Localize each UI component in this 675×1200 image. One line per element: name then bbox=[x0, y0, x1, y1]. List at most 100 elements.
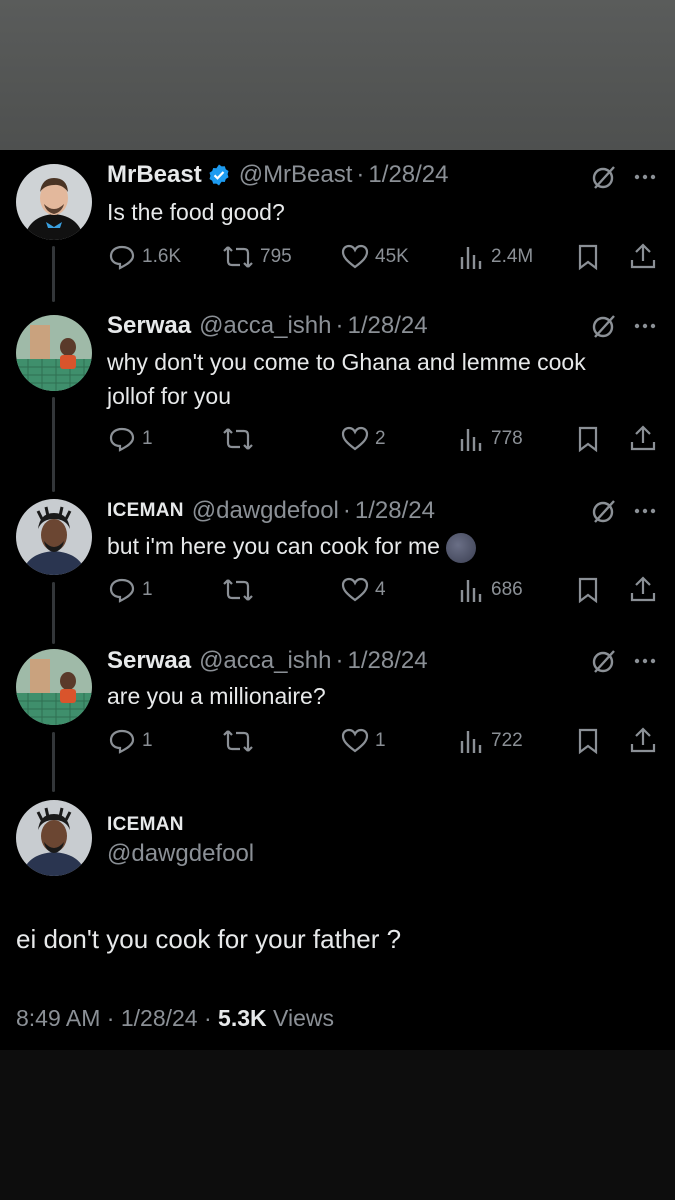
author-name[interactable]: Serwaa bbox=[107, 647, 191, 675]
author-name[interactable]: MrBeast bbox=[107, 161, 202, 189]
tweet-text: Is the food good? bbox=[107, 199, 285, 225]
views-button[interactable]: 2.4M bbox=[459, 243, 533, 271]
views-icon bbox=[460, 247, 482, 269]
author-handle[interactable]: @acca_ishh bbox=[199, 647, 331, 675]
avatar[interactable] bbox=[16, 164, 92, 240]
like-count: 4 bbox=[375, 579, 386, 600]
like-count: 1 bbox=[375, 730, 386, 751]
tweet-date[interactable]: 1/28/24 bbox=[355, 497, 435, 525]
tweet-text: ei don't you cook for your father ? bbox=[16, 924, 402, 954]
like-icon bbox=[341, 577, 369, 602]
thread-line bbox=[52, 246, 55, 302]
author-name[interactable]: ICEMAN bbox=[107, 500, 184, 522]
share-icon[interactable] bbox=[629, 574, 657, 604]
views-icon bbox=[460, 731, 482, 753]
more-icon[interactable] bbox=[633, 507, 657, 515]
retweet-button[interactable]: 795 bbox=[222, 243, 292, 271]
tweet-body: but i'm here you can cook for me bbox=[107, 529, 627, 563]
tweet-text: are you a millionaire? bbox=[107, 683, 326, 709]
top-blank-area bbox=[0, 0, 675, 150]
separator: · bbox=[335, 312, 344, 339]
tweet-date[interactable]: 1/28/24 bbox=[348, 647, 428, 675]
avatar[interactable] bbox=[16, 315, 92, 391]
like-button[interactable]: 4 bbox=[341, 576, 386, 604]
tweet-text: but i'm here you can cook for me bbox=[107, 533, 440, 559]
grok-icon[interactable] bbox=[591, 648, 617, 674]
views-count: 5.3K bbox=[218, 1005, 267, 1031]
share-icon[interactable] bbox=[629, 423, 657, 453]
more-icon[interactable] bbox=[633, 322, 657, 330]
retweet-icon bbox=[223, 428, 253, 450]
views-count: 2.4M bbox=[491, 246, 534, 267]
more-icon[interactable] bbox=[633, 657, 657, 665]
views-count: 722 bbox=[491, 730, 523, 751]
reply-button[interactable]: 1 bbox=[108, 576, 153, 604]
retweet-icon bbox=[223, 246, 253, 268]
author-handle[interactable]: @dawgdefool bbox=[107, 840, 254, 868]
avatar[interactable] bbox=[16, 499, 92, 575]
views-label: Views bbox=[273, 1005, 334, 1031]
share-icon[interactable] bbox=[629, 725, 657, 755]
share-icon[interactable] bbox=[629, 241, 657, 271]
reply-icon bbox=[109, 578, 135, 603]
bottom-blank-area bbox=[0, 1050, 675, 1200]
avatar[interactable] bbox=[16, 800, 92, 876]
views-button[interactable]: 778 bbox=[459, 425, 523, 453]
thread-line bbox=[52, 582, 55, 644]
retweet-button[interactable] bbox=[222, 425, 260, 453]
tweet-date[interactable]: 1/28/24 bbox=[368, 161, 448, 189]
views-icon bbox=[460, 580, 482, 602]
author-handle[interactable]: @MrBeast bbox=[239, 161, 353, 189]
author-handle[interactable]: @acca_ishh bbox=[199, 312, 331, 340]
retweet-icon bbox=[223, 579, 253, 601]
author-name[interactable]: ICEMAN bbox=[107, 814, 184, 836]
separator: · bbox=[106, 1005, 115, 1031]
tweet-date[interactable]: 1/28/24 bbox=[121, 1005, 198, 1031]
separator: · bbox=[342, 497, 351, 524]
like-count: 2 bbox=[375, 428, 386, 449]
reply-button[interactable]: 1.6K bbox=[108, 243, 181, 271]
author-name[interactable]: Serwaa bbox=[107, 312, 191, 340]
new-moon-face-emoji bbox=[445, 532, 476, 563]
reply-icon bbox=[109, 245, 135, 270]
reply-count: 1 bbox=[142, 428, 153, 449]
like-count: 45K bbox=[375, 246, 409, 267]
reply-count: 1.6K bbox=[142, 246, 182, 267]
like-button[interactable]: 45K bbox=[341, 243, 409, 271]
thread-line bbox=[52, 397, 55, 492]
avatar[interactable] bbox=[16, 649, 92, 725]
reply-icon bbox=[109, 427, 135, 452]
bookmark-icon[interactable] bbox=[577, 243, 599, 271]
tweet-text: why don't you come to Ghana and lemme co… bbox=[107, 349, 586, 409]
reply-count: 1 bbox=[142, 730, 153, 751]
like-icon bbox=[341, 426, 369, 451]
views-button[interactable]: 722 bbox=[459, 727, 523, 755]
bookmark-icon[interactable] bbox=[577, 727, 599, 755]
views-icon bbox=[460, 429, 482, 451]
tweet-date[interactable]: 1/28/24 bbox=[348, 312, 428, 340]
reply-count: 1 bbox=[142, 579, 153, 600]
like-icon bbox=[341, 244, 369, 269]
views-button[interactable]: 686 bbox=[459, 576, 523, 604]
author-handle[interactable]: @dawgdefool bbox=[192, 497, 339, 525]
reply-button[interactable]: 1 bbox=[108, 425, 153, 453]
thread-line bbox=[52, 732, 55, 792]
more-icon[interactable] bbox=[633, 173, 657, 181]
separator: · bbox=[203, 1005, 212, 1031]
like-button[interactable]: 2 bbox=[341, 425, 386, 453]
retweet-button[interactable] bbox=[222, 727, 260, 755]
grok-icon[interactable] bbox=[591, 498, 617, 524]
like-button[interactable]: 1 bbox=[341, 727, 386, 755]
grok-icon[interactable] bbox=[591, 164, 617, 190]
views-count: 686 bbox=[491, 579, 523, 600]
verified-badge-icon bbox=[209, 164, 229, 186]
bookmark-icon[interactable] bbox=[577, 425, 599, 453]
retweet-button[interactable] bbox=[222, 576, 260, 604]
reply-button[interactable]: 1 bbox=[108, 727, 153, 755]
tweet-time[interactable]: 8:49 AM bbox=[16, 1005, 100, 1031]
retweet-icon bbox=[223, 730, 253, 752]
bookmark-icon[interactable] bbox=[577, 576, 599, 604]
tweet-meta: 8:49 AM · 1/28/24 · 5.3K Views bbox=[16, 1005, 334, 1032]
grok-icon[interactable] bbox=[591, 313, 617, 339]
reply-icon bbox=[109, 729, 135, 754]
